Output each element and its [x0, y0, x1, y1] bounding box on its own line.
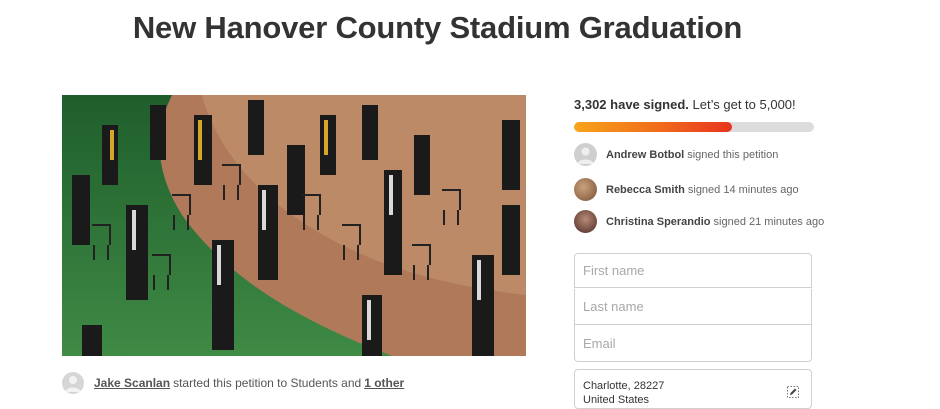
- signer-name: Andrew Botbol: [606, 148, 685, 161]
- signature-count: 3,302 have signed.: [574, 97, 689, 112]
- recent-signer-1: Andrew Botbol signed this petition: [574, 143, 778, 166]
- location-field[interactable]: Charlotte, 28227 United States: [574, 369, 812, 409]
- petition-photo: [62, 95, 526, 356]
- user-avatar-icon: [574, 210, 597, 233]
- graduation-photo-image: [62, 95, 526, 356]
- location-country: United States: [583, 394, 650, 406]
- other-recipients-link[interactable]: 1 other: [364, 376, 404, 390]
- signer-action: signed 14 minutes ago: [687, 183, 799, 196]
- first-name-input[interactable]: [574, 253, 812, 288]
- last-name-input[interactable]: [574, 289, 812, 325]
- petition-starter: Jake Scanlan started this petition to St…: [62, 372, 404, 394]
- email-input[interactable]: [574, 325, 812, 362]
- user-avatar-icon: [62, 372, 84, 394]
- page-title: New Hanover County Stadium Graduation: [132, 10, 743, 45]
- recent-signer-3: Christina Sperandio signed 21 minutes ag…: [574, 210, 824, 233]
- edit-location-icon[interactable]: [787, 386, 799, 398]
- signature-goal: Let’s get to 5,000!: [692, 97, 796, 112]
- signer-name: Rebecca Smith: [606, 183, 685, 196]
- signer-action: signed this petition: [687, 148, 779, 161]
- starter-text: started this petition to Students and: [173, 376, 362, 390]
- recent-signer-2: Rebecca Smith signed 14 minutes ago: [574, 178, 799, 201]
- location-city: Charlotte, 28227: [583, 380, 665, 392]
- progress-bar-fill: [574, 122, 733, 132]
- user-avatar-icon: [574, 178, 597, 201]
- signature-progress-bar: [574, 122, 814, 132]
- signer-name: Christina Sperandio: [606, 215, 711, 228]
- starter-name-link[interactable]: Jake Scanlan: [94, 376, 170, 390]
- signer-action: signed 21 minutes ago: [713, 215, 825, 228]
- user-avatar-icon: [574, 143, 597, 166]
- signature-progress-text: 3,302 have signed. Let’s get to 5,000!: [574, 97, 796, 112]
